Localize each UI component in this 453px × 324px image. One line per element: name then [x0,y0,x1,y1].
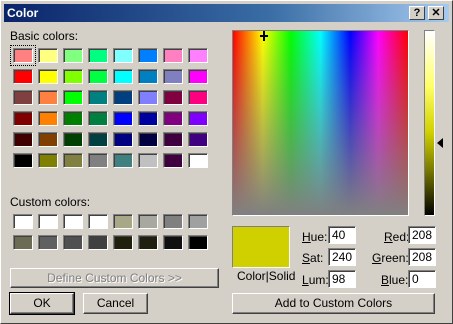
basic-color-swatch[interactable] [138,153,158,168]
basic-color-swatch[interactable] [10,45,36,66]
basic-color-swatch[interactable] [38,90,58,105]
color-solid-label: Color|Solid [237,269,296,283]
basic-color-swatch[interactable] [88,90,108,105]
basic-color-swatch[interactable] [38,132,58,147]
custom-color-swatch[interactable] [13,214,33,229]
basic-color-swatch[interactable] [188,90,208,105]
hue-label: Hue: [302,230,328,244]
custom-color-swatch[interactable] [138,235,158,250]
basic-color-swatch[interactable] [13,111,33,126]
define-custom-colors-button[interactable]: Define Custom Colors >> [10,268,219,288]
basic-color-swatch[interactable] [188,153,208,168]
custom-color-swatch[interactable] [138,214,158,229]
spectrum-crosshair [260,31,268,41]
basic-color-swatch[interactable] [113,69,133,84]
basic-color-swatch[interactable] [63,69,83,84]
basic-color-swatch[interactable] [63,90,83,105]
red-field[interactable]: 208 [408,226,436,244]
help-button[interactable]: ? [409,6,425,20]
basic-color-swatch[interactable] [38,153,58,168]
basic-color-swatch[interactable] [163,69,183,84]
basic-color-swatch[interactable] [138,69,158,84]
basic-color-swatch[interactable] [63,132,83,147]
custom-color-swatch[interactable] [163,214,183,229]
green-label: Green: [372,251,409,265]
custom-color-swatch[interactable] [13,235,33,250]
blue-label: Blue: [381,273,409,287]
basic-color-swatch[interactable] [113,153,133,168]
ok-button[interactable]: OK [9,292,75,315]
basic-color-swatch[interactable] [138,132,158,147]
basic-color-swatch[interactable] [113,111,133,126]
basic-color-swatch[interactable] [113,90,133,105]
custom-color-swatch[interactable] [88,214,108,229]
basic-color-swatch[interactable] [63,48,83,63]
custom-color-swatch[interactable] [63,235,83,250]
lum-label: Lum: [302,273,329,287]
color-dialog: Color ? ✕ Basic colors: Custom colors: D… [0,0,453,324]
basic-color-swatch[interactable] [63,153,83,168]
custom-color-swatch[interactable] [63,214,83,229]
basic-color-swatch[interactable] [113,132,133,147]
basic-color-swatch[interactable] [138,111,158,126]
basic-color-swatch[interactable] [88,132,108,147]
basic-color-swatch[interactable] [38,69,58,84]
custom-color-swatch[interactable] [38,214,58,229]
basic-color-swatch[interactable] [38,48,58,63]
sat-field[interactable]: 240 [328,248,356,266]
basic-color-swatch[interactable] [13,153,33,168]
basic-color-swatch[interactable] [88,48,108,63]
add-to-custom-colors-button[interactable]: Add to Custom Colors [232,293,435,314]
title-bar: Color ? ✕ [4,4,449,22]
blue-field[interactable]: 0 [408,270,436,288]
basic-color-swatch[interactable] [163,153,183,168]
basic-color-swatch[interactable] [138,48,158,63]
basic-color-swatch[interactable] [163,111,183,126]
basic-color-swatch[interactable] [13,132,33,147]
basic-color-swatch[interactable] [138,90,158,105]
basic-color-swatch[interactable] [88,153,108,168]
custom-color-swatch[interactable] [188,235,208,250]
basic-color-swatch[interactable] [188,111,208,126]
custom-color-swatch[interactable] [88,235,108,250]
sat-label: Sat: [302,251,324,265]
basic-color-swatch[interactable] [163,90,183,105]
cancel-button[interactable]: Cancel [83,293,148,314]
basic-color-swatch[interactable] [163,132,183,147]
lum-field[interactable]: 98 [328,270,356,288]
custom-color-swatch[interactable] [38,235,58,250]
hue-field[interactable]: 40 [328,226,356,244]
luminosity-bar[interactable] [424,30,435,216]
basic-color-swatch[interactable] [88,111,108,126]
basic-color-swatch[interactable] [113,48,133,63]
basic-color-swatch[interactable] [88,69,108,84]
custom-color-swatch[interactable] [188,214,208,229]
window-title: Color [7,6,39,20]
basic-color-swatch[interactable] [188,48,208,63]
close-button[interactable]: ✕ [428,6,444,20]
red-label: Red: [384,230,410,244]
custom-color-swatch[interactable] [163,235,183,250]
basic-color-swatch[interactable] [13,90,33,105]
green-field[interactable]: 208 [408,248,436,266]
luminosity-arrow-icon[interactable] [437,138,443,148]
color-spectrum[interactable] [232,30,409,216]
basic-color-swatch[interactable] [163,48,183,63]
custom-color-swatch[interactable] [113,214,133,229]
basic-color-swatch[interactable] [38,111,58,126]
basic-color-swatch[interactable] [188,69,208,84]
custom-colors-label: Custom colors: [10,195,91,209]
color-preview [232,226,290,268]
custom-color-swatch[interactable] [113,235,133,250]
basic-colors-label: Basic colors: [10,29,79,43]
basic-color-swatch[interactable] [188,132,208,147]
basic-color-swatch[interactable] [13,69,33,84]
basic-color-swatch[interactable] [63,111,83,126]
